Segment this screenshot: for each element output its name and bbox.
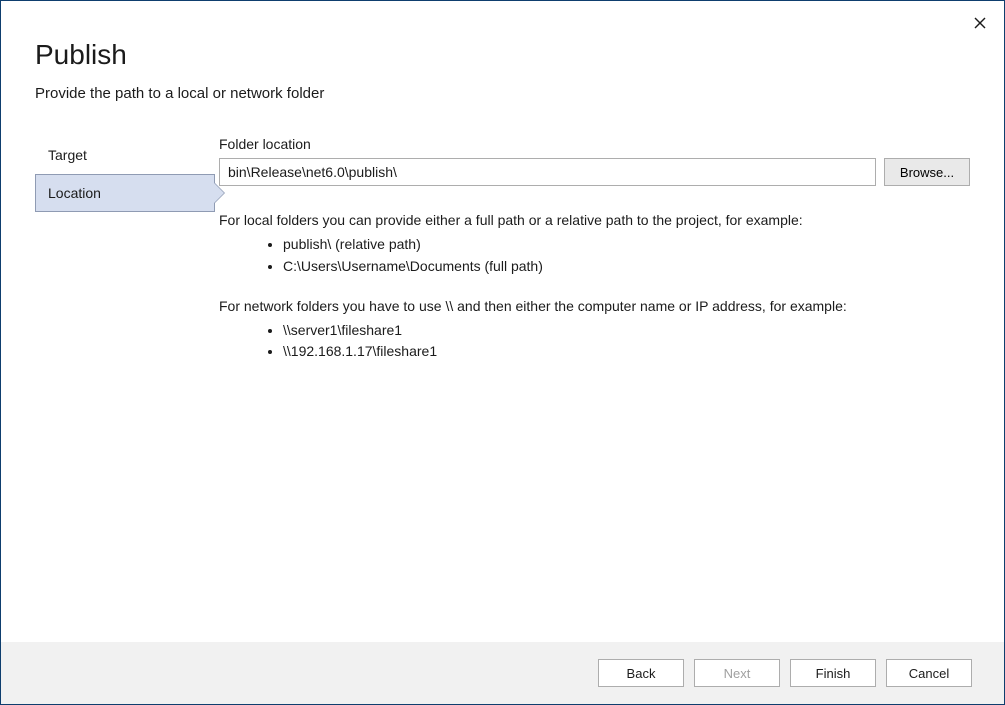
dialog-header: Publish Provide the path to a local or n… [1,1,1004,112]
help-network-example: \\192.168.1.17\fileshare1 [283,341,970,361]
browse-button[interactable]: Browse... [884,158,970,186]
help-text: For local folders you can provide either… [219,210,970,362]
folder-location-input[interactable] [219,158,876,186]
help-local-list: publish\ (relative path) C:\Users\Userna… [219,234,970,276]
step-label: Location [48,185,101,201]
page-title: Publish [35,39,970,71]
wizard-steps: Target Location [35,136,215,382]
page-subtitle: Provide the path to a local or network f… [35,85,970,102]
finish-button[interactable]: Finish [790,659,876,687]
next-button: Next [694,659,780,687]
step-content: Folder location Browse... For local fold… [215,136,970,382]
close-button[interactable] [966,9,994,37]
dialog-footer: Back Next Finish Cancel [1,642,1004,704]
help-network-list: \\server1\fileshare1 \\192.168.1.17\file… [219,320,970,362]
help-local-intro: For local folders you can provide either… [219,210,970,230]
help-local-example: C:\Users\Username\Documents (full path) [283,256,970,276]
cancel-button[interactable]: Cancel [886,659,972,687]
help-network-intro: For network folders you have to use \\ a… [219,296,970,316]
step-target[interactable]: Target [35,136,215,174]
folder-location-label: Folder location [219,136,970,152]
close-icon [974,17,986,29]
help-local-example: publish\ (relative path) [283,234,970,254]
step-label: Target [48,147,87,163]
step-location[interactable]: Location [35,174,215,212]
help-network-example: \\server1\fileshare1 [283,320,970,340]
back-button[interactable]: Back [598,659,684,687]
